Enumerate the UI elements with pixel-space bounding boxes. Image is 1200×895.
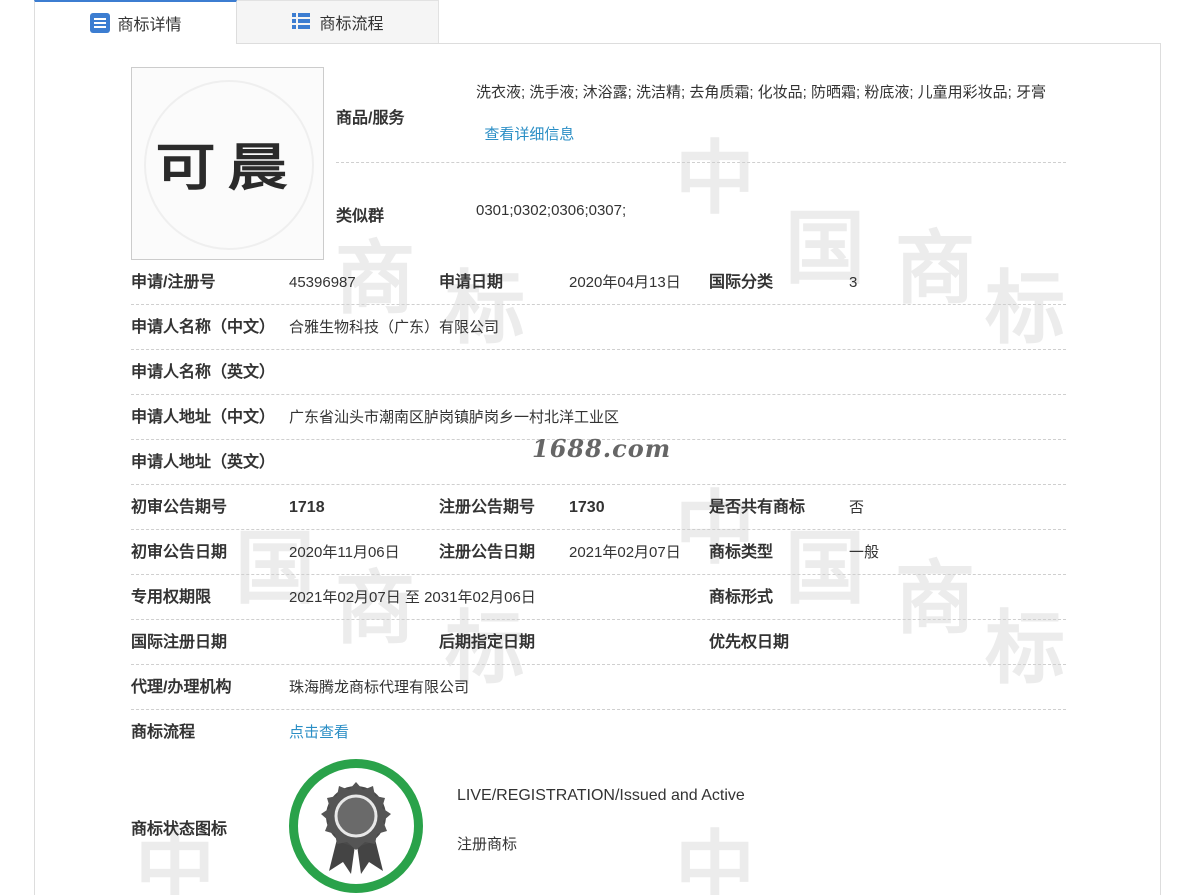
prelim-no-label: 初审公告期号	[131, 499, 228, 516]
goods-row: 商品/服务 洗衣液; 洗手液; 沐浴露; 洗洁精; 去角质霜; 化妆品; 防晒霜…	[336, 67, 1066, 163]
reg-no-value: 45396987	[289, 274, 356, 291]
applicant-cn-value: 合雅生物科技（广东）有限公司	[289, 319, 500, 336]
tm-form-label: 商标形式	[709, 589, 774, 606]
tm-type-label: 商标类型	[709, 544, 774, 561]
agent-label: 代理/办理机构	[131, 679, 232, 696]
prelim-date-label: 初审公告日期	[131, 544, 228, 561]
applicant-en-label: 申请人名称（英文）	[131, 364, 276, 381]
tab-trademark-flow[interactable]: 商标流程	[237, 0, 439, 44]
similar-row: 类似群 0301;0302;0306;0307;	[336, 163, 1066, 263]
tab-label: 商标详情	[117, 17, 182, 34]
logo-text: 可晨	[155, 138, 300, 198]
status-label: 商标状态图标	[131, 821, 228, 838]
prelim-no-value: 1718	[289, 499, 325, 516]
goods-value: 洗衣液; 洗手液; 沐浴露; 洗洁精; 去角质霜; 化妆品; 防晒霜; 粉底液;…	[476, 72, 1066, 156]
reg-pub-date-label: 注册公告日期	[439, 544, 536, 561]
similar-value: 0301;0302;0306;0307;	[476, 202, 627, 219]
status-chinese: 注册商标	[457, 836, 518, 853]
view-flow-link[interactable]: 点击查看	[289, 710, 349, 755]
table-row: 商标流程 点击查看	[131, 710, 1066, 755]
priority-date-label: 优先权日期	[709, 634, 790, 651]
address-cn-label: 申请人地址（中文）	[131, 409, 276, 426]
goods-section: 商品/服务 洗衣液; 洗手液; 沐浴露; 洗洁精; 去角质霜; 化妆品; 防晒霜…	[336, 67, 1066, 263]
reg-pub-no-value: 1730	[569, 499, 605, 516]
tab-label: 商标流程	[319, 16, 384, 33]
table-row: 初审公告日期 2020年11月06日 注册公告日期 2021年02月07日 商标…	[131, 530, 1066, 575]
table-row: 专用权期限 2021年02月07日 至 2031年02月06日 商标形式	[131, 575, 1066, 620]
goods-list: 洗衣液; 洗手液; 沐浴露; 洗洁精; 去角质霜; 化妆品; 防晒霜; 粉底液;…	[476, 84, 1047, 101]
reg-no-label: 申请/注册号	[131, 274, 216, 291]
intl-class-label: 国际分类	[709, 274, 774, 291]
details-panel: 中 中 中 中 中 国 国 国 商 商 商 商 标 标 标 标 可晨 商品/服务…	[34, 43, 1161, 895]
shared-value: 否	[849, 499, 865, 516]
table-row: 国际注册日期 后期指定日期 优先权日期	[131, 620, 1066, 665]
table-row: 申请/注册号 45396987 申请日期 2020年04月13日 国际分类 3	[131, 260, 1066, 305]
shared-label: 是否共有商标	[709, 499, 806, 516]
agent-value: 珠海腾龙商标代理有限公司	[289, 679, 470, 696]
table-row: 初审公告期号 1718 注册公告期号 1730 是否共有商标 否	[131, 485, 1066, 530]
table-row: 代理/办理机构 珠海腾龙商标代理有限公司	[131, 665, 1066, 710]
goods-label: 商品/服务	[336, 110, 405, 127]
document-list-icon	[89, 12, 111, 34]
trademark-logo: 可晨	[131, 67, 324, 260]
apply-date-label: 申请日期	[439, 274, 504, 291]
applicant-cn-label: 申请人名称（中文）	[131, 319, 276, 336]
later-designation-label: 后期指定日期	[439, 634, 536, 651]
excl-period-value: 2021年02月07日 至 2031年02月06日	[289, 589, 536, 606]
site-watermark-text: 1688.com	[532, 434, 672, 463]
flow-label: 商标流程	[131, 724, 196, 741]
address-en-label: 申请人地址（英文）	[131, 454, 276, 471]
prelim-date-value: 2020年11月06日	[289, 544, 400, 561]
intl-class-value: 3	[849, 274, 858, 291]
table-row: 申请人名称（中文） 合雅生物科技（广东）有限公司	[131, 305, 1066, 350]
tab-bar: 商标详情 商标流程	[34, 0, 439, 44]
status-english: LIVE/REGISTRATION/Issued and Active	[457, 787, 745, 804]
similar-label: 类似群	[336, 208, 385, 225]
view-detail-link[interactable]: 查看详细信息	[484, 126, 574, 143]
status-section: 商标状态图标 LIVE/REGISTRATION/Issued and Acti…	[131, 755, 1066, 895]
details-table: 申请/注册号 45396987 申请日期 2020年04月13日 国际分类 3 …	[131, 260, 1066, 755]
tab-trademark-details[interactable]: 商标详情	[34, 0, 237, 44]
intl-reg-date-label: 国际注册日期	[131, 634, 228, 651]
award-ribbon-icon	[289, 759, 423, 893]
apply-date-value: 2020年04月13日	[569, 274, 681, 291]
reg-pub-no-label: 注册公告期号	[439, 499, 536, 516]
reg-pub-date-value: 2021年02月07日	[569, 544, 681, 561]
tm-type-value: 一般	[849, 544, 880, 561]
table-row: 申请人名称（英文）	[131, 350, 1066, 395]
grid-list-icon	[291, 11, 313, 33]
excl-period-label: 专用权期限	[131, 589, 212, 606]
